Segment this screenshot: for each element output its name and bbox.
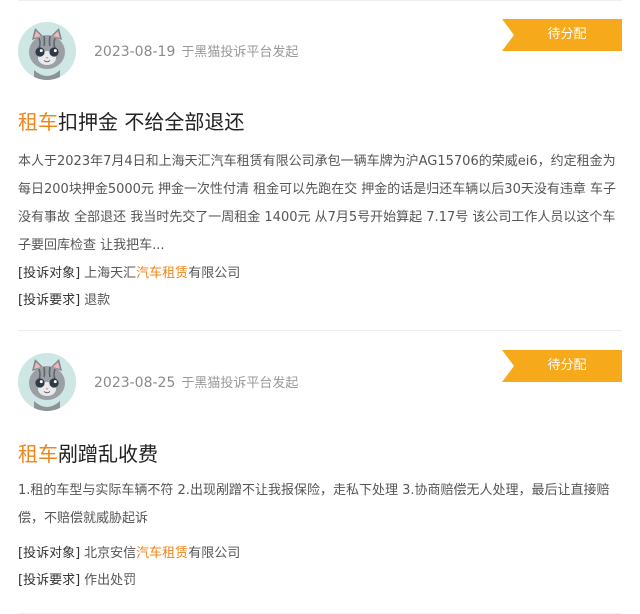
complaint-title[interactable]: 租车剐蹭乱收费 [18, 438, 158, 467]
target-name-suffix: 有限公司 [188, 546, 241, 561]
target-name-prefix: 北京安信 [84, 546, 137, 561]
complaint-card[interactable]: 2023-08-19 于黑猫投诉平台发起 待分配 租车扣押金 不给全部退还 本人于… [0, 0, 640, 331]
complaint-target: [投诉对象] 上海天汇汽车租赁有限公司 [18, 262, 240, 281]
target-label: [投诉对象] [18, 266, 81, 281]
demand-label: [投诉要求] [18, 573, 81, 588]
demand-label: [投诉要求] [18, 293, 81, 308]
target-name-suffix: 有限公司 [188, 266, 241, 281]
cat-avatar-icon[interactable] [18, 22, 76, 80]
complaint-feed: 2023-08-19 于黑猫投诉平台发起 待分配 租车扣押金 不给全部退还 本人于… [0, 0, 640, 614]
target-label: [投诉对象] [18, 546, 81, 561]
complaint-meta: 2023-08-19 于黑猫投诉平台发起 [94, 41, 298, 60]
target-name-prefix: 上海天汇 [84, 266, 137, 281]
complaint-source: 于黑猫投诉平台发起 [181, 45, 299, 60]
complaint-title[interactable]: 租车扣押金 不给全部退还 [18, 106, 244, 135]
complaint-meta: 2023-08-25 于黑猫投诉平台发起 [94, 372, 298, 391]
demand-value: 作出处罚 [84, 573, 137, 588]
status-badge: 待分配 [502, 19, 622, 51]
title-keyword: 租车 [18, 110, 58, 134]
complaint-source: 于黑猫投诉平台发起 [181, 376, 299, 391]
complaint-date: 2023-08-19 [94, 44, 176, 60]
target-name-keyword: 汽车租赁 [136, 266, 189, 281]
complaint-demand: [投诉要求] 退款 [18, 289, 110, 308]
complaint-card[interactable]: 2023-08-25 于黑猫投诉平台发起 待分配 租车剐蹭乱收费 1.租的车型与实… [0, 331, 640, 614]
title-text: 剐蹭乱收费 [58, 442, 158, 466]
title-keyword: 租车 [18, 442, 58, 466]
complaint-summary[interactable]: 本人于2023年7月4日和上海天汇汽车租赁有限公司承包一辆车牌为沪AG15706… [18, 148, 624, 260]
status-badge: 待分配 [502, 350, 622, 382]
target-name-keyword: 汽车租赁 [136, 546, 189, 561]
complaint-date: 2023-08-25 [94, 375, 176, 391]
demand-value: 退款 [84, 293, 111, 308]
title-text: 扣押金 不给全部退还 [58, 110, 245, 134]
complaint-target: [投诉对象] 北京安信汽车租赁有限公司 [18, 542, 240, 561]
complaint-summary[interactable]: 1.租的车型与实际车辆不符 2.出现剐蹭不让我报保险，走私下处理 3.协商赔偿无… [18, 477, 624, 533]
complaint-demand: [投诉要求] 作出处罚 [18, 569, 136, 588]
cat-avatar-icon[interactable] [18, 353, 76, 411]
